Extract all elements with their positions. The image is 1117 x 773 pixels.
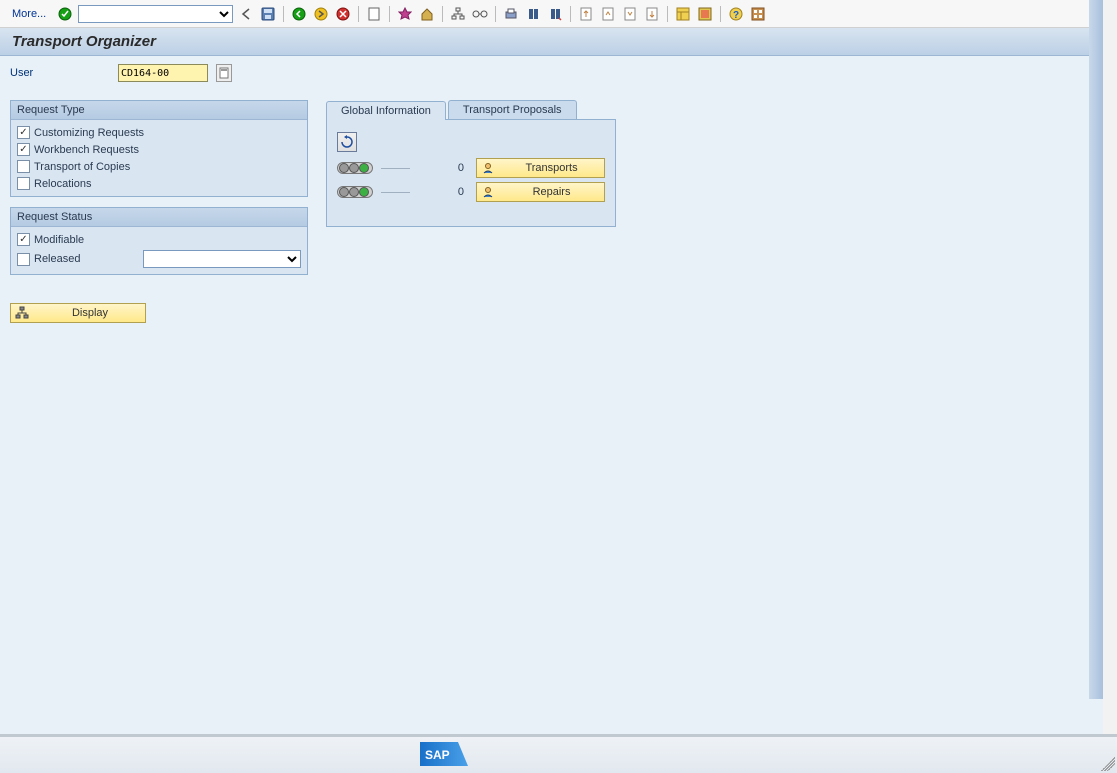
display-button[interactable]: Display bbox=[10, 303, 146, 323]
resize-grip[interactable] bbox=[1101, 757, 1115, 771]
transports-count: 0 bbox=[418, 162, 468, 174]
workbench-requests-label: Workbench Requests bbox=[34, 144, 139, 156]
transport-of-copies-label: Transport of Copies bbox=[34, 161, 130, 173]
person-icon bbox=[481, 186, 495, 198]
user-field[interactable] bbox=[118, 64, 208, 82]
tab-global-information[interactable]: Global Information bbox=[326, 101, 446, 120]
workbench-requests-checkbox[interactable] bbox=[17, 143, 30, 156]
modifiable-label: Modifiable bbox=[34, 234, 84, 246]
print-icon[interactable] bbox=[502, 5, 520, 23]
transport-of-copies-checkbox[interactable] bbox=[17, 160, 30, 173]
transports-traffic-light bbox=[337, 162, 373, 174]
find-icon[interactable] bbox=[524, 5, 542, 23]
modifiable-checkbox[interactable] bbox=[17, 233, 30, 246]
person-icon bbox=[481, 162, 495, 174]
user-label: User bbox=[10, 67, 110, 79]
refresh-button[interactable] bbox=[337, 132, 357, 152]
collapse-icon[interactable] bbox=[237, 5, 255, 23]
request-type-title: Request Type bbox=[11, 101, 307, 120]
last-page-icon[interactable] bbox=[643, 5, 661, 23]
first-page-icon[interactable] bbox=[577, 5, 595, 23]
request-status-group: Request Status Modifiable Released bbox=[10, 207, 308, 275]
back-icon[interactable] bbox=[290, 5, 308, 23]
tab-transport-proposals[interactable]: Transport Proposals bbox=[448, 100, 577, 119]
repairs-count: 0 bbox=[418, 186, 468, 198]
request-type-group: Request Type Customizing Requests Workbe… bbox=[10, 100, 308, 197]
help-icon[interactable]: ? bbox=[727, 5, 745, 23]
transports-label: Transports bbox=[503, 162, 600, 174]
sap-logo: SAP bbox=[420, 743, 470, 765]
prev-page-icon[interactable] bbox=[599, 5, 617, 23]
released-dropdown[interactable] bbox=[143, 250, 301, 268]
hierarchy-icon bbox=[15, 306, 29, 320]
layout-icon[interactable] bbox=[674, 5, 692, 23]
svg-text:SAP: SAP bbox=[425, 748, 450, 762]
exit-icon[interactable] bbox=[312, 5, 330, 23]
save-icon[interactable] bbox=[259, 5, 277, 23]
tab-global-body: 0 Transports 0 bbox=[326, 119, 616, 227]
transports-button[interactable]: Transports bbox=[476, 158, 605, 178]
home-icon[interactable] bbox=[418, 5, 436, 23]
relocations-checkbox[interactable] bbox=[17, 177, 30, 190]
settings-icon[interactable] bbox=[749, 5, 767, 23]
customizing-requests-label: Customizing Requests bbox=[34, 127, 144, 139]
released-label: Released bbox=[34, 253, 80, 265]
relocations-label: Relocations bbox=[34, 178, 91, 190]
repairs-traffic-light bbox=[337, 186, 373, 198]
glasses-icon[interactable] bbox=[471, 5, 489, 23]
tools-icon[interactable] bbox=[396, 5, 414, 23]
application-toolbar: More... bbox=[0, 0, 1103, 28]
right-scrollbar[interactable] bbox=[1089, 0, 1103, 699]
page-title: Transport Organizer bbox=[0, 28, 1103, 56]
hierarchy-icon[interactable] bbox=[449, 5, 467, 23]
repairs-label: Repairs bbox=[503, 186, 600, 198]
new-icon[interactable] bbox=[365, 5, 383, 23]
more-menu[interactable]: More... bbox=[6, 8, 52, 20]
footer: SAP bbox=[0, 736, 1117, 773]
ok-icon[interactable] bbox=[56, 5, 74, 23]
released-checkbox[interactable] bbox=[17, 253, 30, 266]
request-status-title: Request Status bbox=[11, 208, 307, 227]
session-icon[interactable] bbox=[696, 5, 714, 23]
command-field[interactable] bbox=[78, 5, 233, 23]
user-f4-button[interactable] bbox=[216, 64, 232, 82]
customizing-requests-checkbox[interactable] bbox=[17, 126, 30, 139]
content-area: User Request Type Customizing Requests W… bbox=[0, 56, 1103, 736]
next-page-icon[interactable] bbox=[621, 5, 639, 23]
cancel-icon[interactable] bbox=[334, 5, 352, 23]
display-button-label: Display bbox=[39, 307, 141, 319]
find-next-icon[interactable] bbox=[546, 5, 564, 23]
svg-text:?: ? bbox=[733, 10, 739, 21]
repairs-button[interactable]: Repairs bbox=[476, 182, 605, 202]
